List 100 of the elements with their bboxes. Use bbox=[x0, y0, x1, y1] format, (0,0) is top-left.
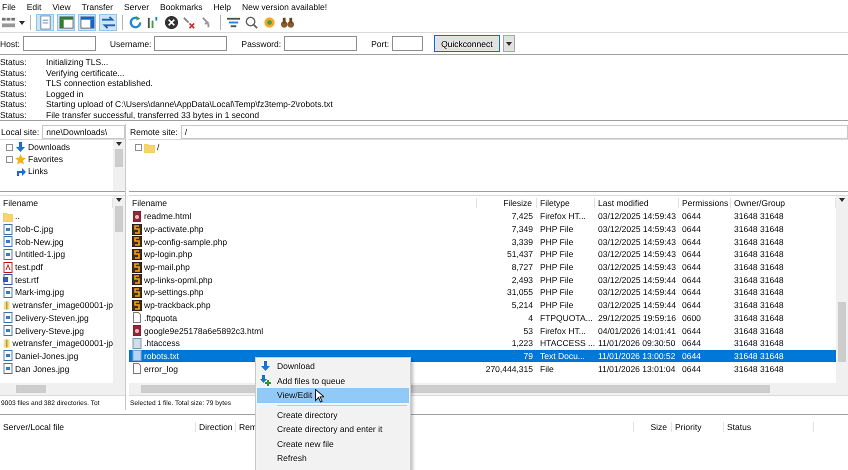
view-toggle-button[interactable] bbox=[57, 14, 75, 31]
path-field[interactable]: / bbox=[180, 124, 848, 138]
quickconnect-button[interactable]: Quickconnect bbox=[434, 35, 500, 52]
file-name[interactable]: Delivery-Steve.jpg bbox=[15, 326, 84, 336]
file-name[interactable]: Rob-New.jpg bbox=[15, 236, 64, 247]
expand-toggle[interactable] bbox=[6, 156, 13, 162]
selected-file-row[interactable]: robots.txt 79 Text Docu... 11/01/2026 13:00:52 0644 31648 31648 bbox=[129, 350, 836, 362]
table-cell-text: 51,437 bbox=[506, 249, 534, 260]
refresh-icon[interactable] bbox=[128, 15, 143, 30]
column-header[interactable]: Priority bbox=[672, 422, 724, 432]
menu-item[interactable]: File bbox=[2, 2, 16, 12]
menu-entry[interactable]: View/Edit bbox=[257, 388, 409, 402]
file-name[interactable]: wetransfer_image00001-jp bbox=[12, 300, 113, 310]
tree-item[interactable]: / bbox=[157, 142, 160, 152]
scrollbar-thumb[interactable] bbox=[838, 302, 846, 362]
menu-item[interactable]: Help bbox=[214, 2, 232, 12]
file-name[interactable]: google9e25178a6e5892c3.html bbox=[144, 326, 264, 336]
column-header[interactable]: Size bbox=[634, 422, 672, 432]
file-name[interactable]: Daniel-Jones.jpg bbox=[15, 350, 78, 361]
menu-entry[interactable]: Add files to queue bbox=[257, 374, 409, 388]
scrollbar[interactable] bbox=[113, 196, 125, 383]
scrollbar-thumb[interactable] bbox=[115, 149, 123, 167]
table-cell-text: PHP File bbox=[539, 236, 574, 247]
tree-item[interactable]: Links bbox=[28, 166, 48, 176]
menu-item[interactable]: Transfer bbox=[82, 2, 113, 12]
log-message: File transfer successful, transferred 33 bytes in 1 second bbox=[46, 110, 260, 120]
file-name[interactable]: test.rtf bbox=[15, 274, 39, 285]
field-label: Password: bbox=[241, 38, 282, 48]
menu-item[interactable]: Edit bbox=[26, 2, 42, 12]
menu-entry[interactable]: Create directory bbox=[257, 408, 409, 422]
file-name[interactable]: wp-settings.php bbox=[144, 287, 204, 298]
rich-text-file-icon bbox=[3, 274, 13, 286]
file-name[interactable]: readme.html bbox=[144, 211, 192, 222]
column-header[interactable]: Last modified bbox=[595, 198, 679, 208]
file-name[interactable]: wp-config-sample.php bbox=[144, 236, 228, 247]
disconnect-icon[interactable] bbox=[182, 15, 197, 30]
dropdown-button[interactable] bbox=[502, 35, 515, 52]
table-cell-text: 0644 bbox=[681, 224, 702, 234]
table-cell-text: 03/12/2025 14:59:44 bbox=[597, 274, 677, 285]
file-name[interactable]: .htaccess bbox=[144, 338, 180, 348]
scrollbar-thumb[interactable] bbox=[115, 206, 123, 232]
column-header[interactable]: Permissions bbox=[679, 198, 731, 208]
file-name[interactable]: Mark-img.jpg bbox=[15, 287, 64, 298]
file-name[interactable]: Rob-C.jpg bbox=[15, 224, 54, 234]
menu-item[interactable]: View bbox=[52, 2, 71, 12]
view-toggle-button[interactable] bbox=[78, 14, 96, 31]
view-toggle-button[interactable] bbox=[36, 14, 54, 31]
file-name[interactable]: Untitled-1.jpg bbox=[15, 249, 66, 260]
file-name[interactable]: .ftpquota bbox=[144, 312, 178, 323]
path-field[interactable]: nne\Downloads\ bbox=[42, 124, 125, 138]
log-label: Status: bbox=[0, 78, 28, 88]
file-name[interactable]: wetransfer_image00001-jp bbox=[12, 338, 113, 348]
table-cell-text: PHP File bbox=[539, 249, 574, 260]
file-name[interactable]: Delivery-Steven.jpg bbox=[15, 312, 89, 323]
tree-item[interactable]: Downloads bbox=[28, 142, 70, 152]
column-header[interactable]: Filename bbox=[129, 198, 477, 208]
table-cell-text: 31,055 bbox=[506, 287, 534, 298]
expand-toggle[interactable] bbox=[135, 144, 142, 150]
file-name[interactable]: robots.txt bbox=[144, 350, 179, 361]
file-name[interactable]: test.pdf bbox=[15, 262, 43, 272]
scrollbar[interactable] bbox=[0, 383, 125, 395]
text-field[interactable] bbox=[392, 36, 424, 51]
expand-toggle[interactable] bbox=[6, 144, 13, 150]
menu-item[interactable]: Server bbox=[124, 2, 150, 12]
filter-icon[interactable] bbox=[226, 15, 241, 30]
scrollbar[interactable] bbox=[113, 140, 125, 191]
binoculars-icon[interactable] bbox=[280, 15, 295, 30]
file-name[interactable]: wp-login.php bbox=[144, 249, 192, 260]
file-name[interactable]: wp-activate.php bbox=[144, 224, 204, 234]
log-label: Status: bbox=[0, 99, 28, 110]
file-name[interactable]: wp-trackback.php bbox=[144, 300, 211, 310]
text-field[interactable] bbox=[154, 36, 228, 51]
table-cell-text: 31648 31648 bbox=[733, 326, 785, 336]
table-cell-text: 31648 31648 bbox=[733, 350, 785, 361]
menu-item[interactable]: New version available! bbox=[242, 2, 328, 12]
cancel-icon[interactable] bbox=[164, 15, 179, 30]
tree-item[interactable]: Favorites bbox=[28, 154, 63, 164]
file-name[interactable]: Dan Jones.jpg bbox=[15, 364, 70, 374]
column-header[interactable]: Filetype bbox=[537, 198, 595, 208]
table-cell-text: 0644 bbox=[681, 262, 702, 272]
image-file-icon bbox=[3, 363, 13, 374]
text-field[interactable] bbox=[284, 36, 358, 51]
view-toggle-button[interactable] bbox=[99, 14, 117, 31]
column-header[interactable]: Server/Local file bbox=[0, 422, 196, 432]
file-name[interactable]: .. bbox=[15, 211, 20, 222]
menu-item[interactable]: Bookmarks bbox=[160, 2, 203, 12]
server-grid-icon[interactable] bbox=[1, 15, 16, 30]
scrollbar[interactable] bbox=[836, 196, 848, 383]
menu-entry[interactable]: Create new file bbox=[257, 436, 409, 451]
search-icon[interactable] bbox=[244, 15, 259, 30]
column-header[interactable]: Direction bbox=[196, 422, 236, 432]
file-name[interactable]: wp-links-opml.php bbox=[144, 274, 212, 285]
column-header[interactable]: Filesize bbox=[477, 198, 537, 208]
table-cell-text: 31648 31648 bbox=[733, 312, 785, 323]
file-name[interactable]: wp-mail.php bbox=[144, 262, 190, 272]
text-field[interactable] bbox=[22, 36, 96, 51]
code-file-icon bbox=[132, 300, 142, 311]
column-header[interactable]: Status bbox=[724, 422, 814, 432]
menu-entry[interactable]: Refresh bbox=[257, 451, 409, 466]
file-name[interactable]: error_log bbox=[144, 364, 178, 374]
